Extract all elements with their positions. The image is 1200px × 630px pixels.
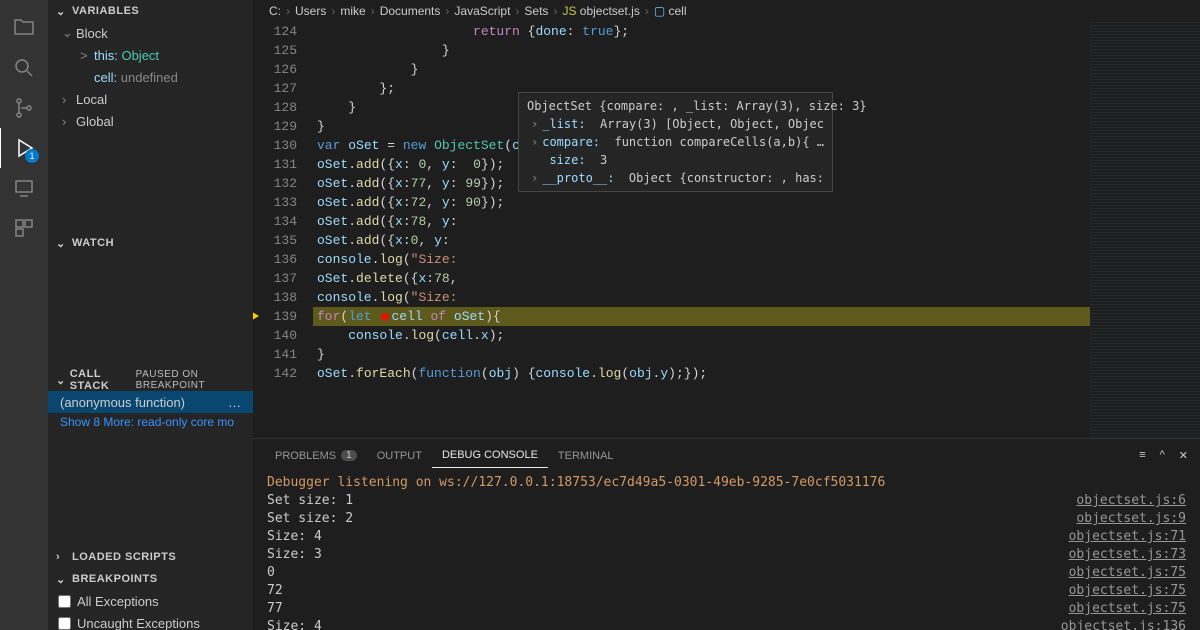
debug-sidebar: ⌄VARIABLES ⌄Block>this: Objectcell: unde…	[48, 0, 253, 630]
hover-property[interactable]: ›compare: function compareCells(a,b){ … …	[527, 133, 824, 151]
variable-row[interactable]: cell: undefined	[48, 66, 253, 88]
variables-tree: ⌄Block>this: Objectcell: undefined›Local…	[48, 22, 253, 132]
code-line[interactable]: oSet.delete({x:78,	[313, 269, 1090, 288]
line-gutter: 1241251261271281291301311321331341351361…	[253, 22, 313, 438]
extensions-icon[interactable]	[0, 208, 48, 248]
code-line[interactable]: for(let cell of oSet){	[313, 307, 1090, 326]
callstack-frame[interactable]: (anonymous function)…	[48, 391, 253, 413]
hover-property[interactable]: size: 3	[527, 151, 824, 169]
search-icon[interactable]	[0, 48, 48, 88]
scope-block[interactable]: ⌄Block	[48, 22, 253, 44]
remote-icon[interactable]	[0, 168, 48, 208]
console-source-link[interactable]: objectset.js:75	[1069, 600, 1186, 618]
debug-icon[interactable]: 1	[0, 128, 47, 168]
breadcrumb-segment[interactable]: Users	[295, 4, 326, 18]
console-line: Size: 4objectset.js:136	[267, 618, 1186, 630]
minimap[interactable]	[1090, 22, 1200, 438]
console-source-link[interactable]: objectset.js:75	[1069, 564, 1186, 582]
console-line: 72objectset.js:75	[267, 582, 1186, 600]
breadcrumb-segment[interactable]: mike	[340, 4, 365, 18]
console-source-link[interactable]: objectset.js:73	[1069, 546, 1186, 564]
console-source-link[interactable]: objectset.js:6	[1076, 492, 1186, 510]
breakpoint-checkbox[interactable]	[58, 617, 71, 630]
tab-terminal[interactable]: TERMINAL	[548, 444, 624, 468]
code-line[interactable]: }	[313, 41, 1090, 60]
variables-header[interactable]: ⌄VARIABLES	[48, 0, 253, 22]
code-line[interactable]: }	[313, 345, 1090, 364]
breakpoint-indicator-icon	[253, 310, 259, 322]
breadcrumb[interactable]: C:›Users›mike›Documents›JavaScript›Sets›…	[253, 0, 1200, 22]
breadcrumb-segment[interactable]: JS objectset.js	[562, 4, 639, 18]
bottom-panel: PROBLEMS1 OUTPUT DEBUG CONSOLE TERMINAL …	[253, 438, 1200, 630]
code-line[interactable]: }	[313, 60, 1090, 79]
loaded-scripts-header[interactable]: ›LOADED SCRIPTS	[48, 546, 253, 568]
hover-property[interactable]: ›_list: Array(3) [Object, Object, Object…	[527, 115, 824, 133]
console-source-link[interactable]: objectset.js:9	[1076, 510, 1186, 528]
hover-title: ObjectSet {compare: , _list: Array(3), s…	[527, 97, 824, 115]
console-line: Size: 4objectset.js:71	[267, 528, 1186, 546]
breakpoint-dot-icon	[381, 313, 389, 321]
breadcrumb-segment[interactable]: Documents	[380, 4, 441, 18]
console-line: Debugger listening on ws://127.0.0.1:187…	[267, 474, 1186, 492]
code-line[interactable]: oSet.add({x:78, y:	[313, 212, 1090, 231]
tab-debug-console[interactable]: DEBUG CONSOLE	[432, 443, 548, 468]
breadcrumb-segment[interactable]: JavaScript	[454, 4, 510, 18]
debug-hover-tooltip: ObjectSet {compare: , _list: Array(3), s…	[518, 92, 833, 192]
callstack-more-link[interactable]: Show 8 More: read-only core mo	[48, 413, 253, 431]
console-line: Size: 3objectset.js:73	[267, 546, 1186, 564]
tab-problems[interactable]: PROBLEMS1	[265, 444, 367, 468]
activity-bar: 1	[0, 0, 48, 630]
code-line[interactable]: return {done: true};	[313, 22, 1090, 41]
panel-maximize-icon[interactable]: ^	[1160, 449, 1165, 462]
breadcrumb-segment[interactable]: ▢ cell	[654, 4, 687, 18]
panel-filter-icon[interactable]: ≡	[1139, 449, 1145, 462]
source-control-icon[interactable]	[0, 88, 48, 128]
explorer-icon[interactable]	[0, 8, 48, 48]
code-content[interactable]: ObjectSet {compare: , _list: Array(3), s…	[313, 22, 1090, 438]
scope-local[interactable]: ›Local	[48, 88, 253, 110]
console-source-link[interactable]: objectset.js:136	[1061, 618, 1186, 630]
code-line[interactable]: console.log("Size:	[313, 288, 1090, 307]
scope-global[interactable]: ›Global	[48, 110, 253, 132]
tab-output[interactable]: OUTPUT	[367, 444, 432, 468]
code-line[interactable]: console.log(cell.x);	[313, 326, 1090, 345]
debug-console-output[interactable]: Debugger listening on ws://127.0.0.1:187…	[253, 472, 1200, 630]
console-source-link[interactable]: objectset.js:71	[1069, 528, 1186, 546]
console-line: Set size: 1objectset.js:6	[267, 492, 1186, 510]
panel-close-icon[interactable]: ✕	[1179, 449, 1188, 462]
watch-header[interactable]: ⌄WATCH	[48, 232, 253, 254]
breadcrumb-segment[interactable]: Sets	[524, 4, 548, 18]
code-line[interactable]: console.log("Size:	[313, 250, 1090, 269]
panel-tabs: PROBLEMS1 OUTPUT DEBUG CONSOLE TERMINAL …	[253, 439, 1200, 472]
code-line[interactable]: oSet.forEach(function(obj) {console.log(…	[313, 364, 1090, 383]
breakpoint-option[interactable]: All Exceptions	[48, 590, 253, 612]
hover-property[interactable]: ›__proto__: Object {constructor: , has: …	[527, 169, 824, 187]
callstack-header[interactable]: ⌄CALL STACKPAUSED ON BREAKPOINT	[48, 369, 253, 391]
breakpoints-header[interactable]: ⌄BREAKPOINTS	[48, 568, 253, 590]
breadcrumb-segment[interactable]: C:	[269, 4, 281, 18]
console-line: 0objectset.js:75	[267, 564, 1186, 582]
breakpoint-checkbox[interactable]	[58, 595, 71, 608]
code-editor[interactable]: 1241251261271281291301311321331341351361…	[253, 22, 1200, 438]
code-line[interactable]: oSet.add({x:72, y: 90});	[313, 193, 1090, 212]
console-line: Set size: 2objectset.js:9	[267, 510, 1186, 528]
console-source-link[interactable]: objectset.js:75	[1069, 582, 1186, 600]
breakpoint-option[interactable]: Uncaught Exceptions	[48, 612, 253, 630]
console-line: 77objectset.js:75	[267, 600, 1186, 618]
debug-badge: 1	[25, 149, 39, 163]
code-line[interactable]: oSet.add({x:0, y:	[313, 231, 1090, 250]
editor-group: C:›Users›mike›Documents›JavaScript›Sets›…	[253, 0, 1200, 630]
variable-row[interactable]: >this: Object	[48, 44, 253, 66]
